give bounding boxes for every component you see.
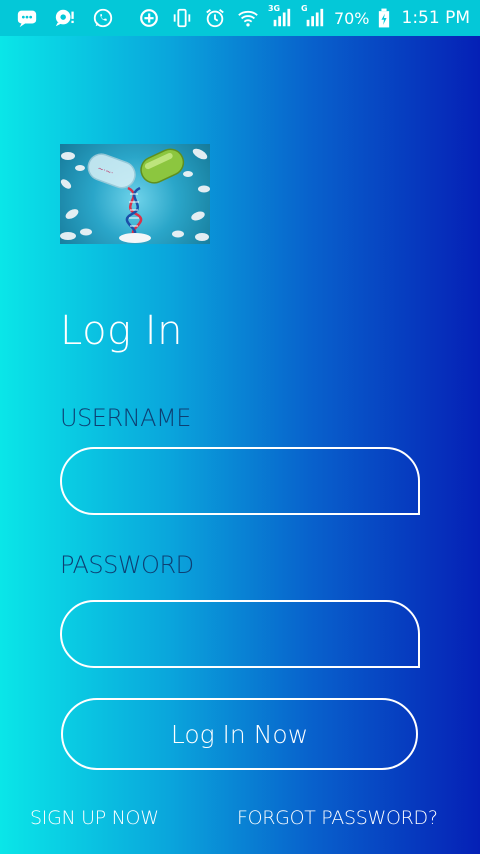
status-system: 3G G 70% 1:51 PM [136, 4, 471, 29]
data-saver-icon [136, 7, 162, 29]
app-logo: ~·~· [60, 144, 210, 244]
wifi-icon [235, 7, 261, 29]
sync-chat-icon [52, 7, 78, 29]
username-label: USERNAME [60, 404, 191, 432]
capsule-dna-image: ~·~· [60, 148, 210, 243]
vibrate-icon [169, 7, 195, 29]
password-input[interactable] [60, 600, 420, 668]
forgot-password-link[interactable]: FORGOT PASSWORD? [237, 807, 438, 829]
status-bar: 3G G 70% 1:51 PM [0, 0, 480, 36]
battery-icon [377, 7, 391, 29]
signal-g-icon: G [301, 4, 327, 29]
sign-up-link[interactable]: SIGN UP NOW [30, 807, 159, 829]
chat-bubble-icon [14, 7, 40, 29]
status-notifications [14, 7, 116, 29]
alarm-icon [202, 7, 228, 29]
whatsapp-icon [90, 7, 116, 29]
signal-3g-icon: 3G [268, 4, 294, 29]
login-button[interactable]: Log In Now [61, 698, 418, 770]
username-input[interactable] [60, 447, 420, 515]
clock: 1:51 PM [401, 8, 471, 28]
password-label: PASSWORD [60, 551, 194, 579]
battery-percent: 70% [333, 8, 370, 28]
page-title: Log In [60, 308, 183, 354]
